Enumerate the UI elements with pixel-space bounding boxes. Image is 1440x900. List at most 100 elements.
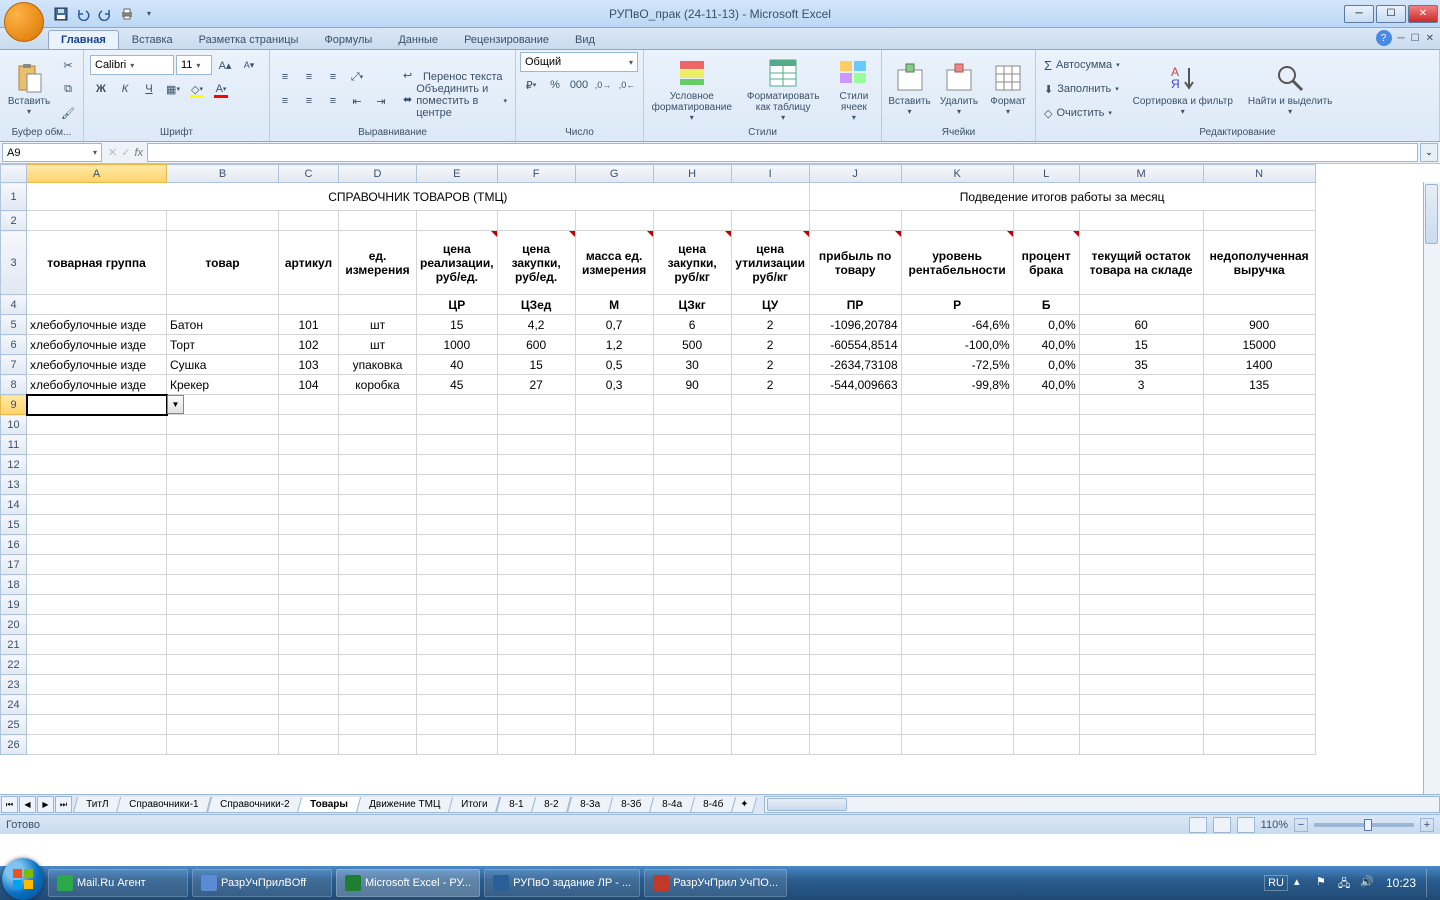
cell-6-A[interactable]: хлебобулочные изде: [27, 335, 167, 355]
cell-8-D[interactable]: коробка: [339, 375, 417, 395]
cell-19-D[interactable]: [339, 595, 417, 615]
cell-13-K[interactable]: [901, 475, 1013, 495]
cell-24-J[interactable]: [809, 695, 901, 715]
cell-8-F[interactable]: 27: [497, 375, 575, 395]
header-cell-J[interactable]: прибыль по товару: [809, 231, 901, 295]
cell-9-E[interactable]: [417, 395, 498, 415]
cell-21-H[interactable]: [653, 635, 731, 655]
cell-18-H[interactable]: [653, 575, 731, 595]
cell-6-H[interactable]: 500: [653, 335, 731, 355]
cell-6-F[interactable]: 600: [497, 335, 575, 355]
subheader-cell-E[interactable]: ЦР: [417, 295, 498, 315]
cell-15-J[interactable]: [809, 515, 901, 535]
cell-12-J[interactable]: [809, 455, 901, 475]
cell-8-H[interactable]: 90: [653, 375, 731, 395]
cell-2-I[interactable]: [731, 211, 809, 231]
cell-8-K[interactable]: -99,8%: [901, 375, 1013, 395]
cell-16-B[interactable]: [167, 535, 279, 555]
header-cell-N[interactable]: недополученная выручка: [1203, 231, 1315, 295]
cell-6-N[interactable]: 15000: [1203, 335, 1315, 355]
cell-7-E[interactable]: 40: [417, 355, 498, 375]
zoom-out-icon[interactable]: −: [1294, 818, 1308, 832]
cell-21-I[interactable]: [731, 635, 809, 655]
cell-6-J[interactable]: -60554,8514: [809, 335, 901, 355]
cell-14-F[interactable]: [497, 495, 575, 515]
taskbar-clock[interactable]: 10:23: [1386, 876, 1416, 890]
cell-17-A[interactable]: [27, 555, 167, 575]
sheet-nav-prev[interactable]: ◀: [19, 796, 36, 813]
cell-20-I[interactable]: [731, 615, 809, 635]
cell-7-M[interactable]: 35: [1079, 355, 1203, 375]
cell-23-H[interactable]: [653, 675, 731, 695]
ribbon-tab-4[interactable]: Данные: [385, 30, 451, 49]
cell-16-A[interactable]: [27, 535, 167, 555]
format-painter-icon[interactable]: 🖌: [57, 102, 79, 124]
cell-5-C[interactable]: 101: [279, 315, 339, 335]
cell-7-K[interactable]: -72,5%: [901, 355, 1013, 375]
delete-cells-button[interactable]: Удалить▾: [936, 60, 982, 118]
row-header-23[interactable]: 23: [1, 675, 27, 695]
row-header-2[interactable]: 2: [1, 211, 27, 231]
tray-volume-icon[interactable]: 🔊: [1360, 875, 1376, 891]
italic-button[interactable]: К: [114, 78, 136, 100]
cell-15-H[interactable]: [653, 515, 731, 535]
cell-12-A[interactable]: [27, 455, 167, 475]
cell-16-C[interactable]: [279, 535, 339, 555]
sheet-tab-ТитЛ[interactable]: ТитЛ: [73, 797, 122, 813]
cell-11-H[interactable]: [653, 435, 731, 455]
ribbon-restore-icon[interactable]: ☐: [1411, 33, 1420, 44]
cell-7-G[interactable]: 0,5: [575, 355, 653, 375]
cell-12-M[interactable]: [1079, 455, 1203, 475]
cell-13-N[interactable]: [1203, 475, 1315, 495]
subheader-cell-H[interactable]: ЦЗкг: [653, 295, 731, 315]
cell-25-D[interactable]: [339, 715, 417, 735]
cell-14-B[interactable]: [167, 495, 279, 515]
cell-5-I[interactable]: 2: [731, 315, 809, 335]
cell-25-I[interactable]: [731, 715, 809, 735]
cell-2-N[interactable]: [1203, 211, 1315, 231]
cell-16-I[interactable]: [731, 535, 809, 555]
help-icon[interactable]: ?: [1376, 30, 1392, 46]
subheader-cell-G[interactable]: М: [575, 295, 653, 315]
cell-18-I[interactable]: [731, 575, 809, 595]
cell-19-H[interactable]: [653, 595, 731, 615]
subheader-cell-K[interactable]: Р: [901, 295, 1013, 315]
cell-23-J[interactable]: [809, 675, 901, 695]
cell-14-H[interactable]: [653, 495, 731, 515]
cancel-formula-icon[interactable]: ✕: [108, 146, 117, 159]
zoom-level[interactable]: 110%: [1261, 819, 1288, 831]
cell-6-K[interactable]: -100,0%: [901, 335, 1013, 355]
cell-23-I[interactable]: [731, 675, 809, 695]
cell-14-K[interactable]: [901, 495, 1013, 515]
insert-cells-button[interactable]: Вставить▾: [886, 60, 933, 118]
cell-7-D[interactable]: упаковка: [339, 355, 417, 375]
cell-20-C[interactable]: [279, 615, 339, 635]
header-cell-F[interactable]: цена закупки, руб/ед.: [497, 231, 575, 295]
cell-15-D[interactable]: [339, 515, 417, 535]
cell-5-E[interactable]: 15: [417, 315, 498, 335]
row-header-24[interactable]: 24: [1, 695, 27, 715]
cell-2-K[interactable]: [901, 211, 1013, 231]
cell-15-F[interactable]: [497, 515, 575, 535]
cell-15-L[interactable]: [1013, 515, 1079, 535]
cell-14-L[interactable]: [1013, 495, 1079, 515]
cell-23-G[interactable]: [575, 675, 653, 695]
cell-22-F[interactable]: [497, 655, 575, 675]
copy-icon[interactable]: ⧉: [57, 78, 79, 100]
cell-26-M[interactable]: [1079, 735, 1203, 755]
hscrollbar-thumb[interactable]: [767, 798, 847, 811]
cell-25-B[interactable]: [167, 715, 279, 735]
cell-12-E[interactable]: [417, 455, 498, 475]
cell-11-M[interactable]: [1079, 435, 1203, 455]
sheet-tab-Движение ТМЦ[interactable]: Движение ТМЦ: [356, 797, 454, 813]
cell-22-B[interactable]: [167, 655, 279, 675]
increase-decimal-icon[interactable]: ,0→: [592, 74, 614, 96]
header-cell-L[interactable]: процент брака: [1013, 231, 1079, 295]
cell-20-H[interactable]: [653, 615, 731, 635]
cell-9-F[interactable]: [497, 395, 575, 415]
header-cell-G[interactable]: масса ед. измерения: [575, 231, 653, 295]
cell-2-C[interactable]: [279, 211, 339, 231]
row-header-25[interactable]: 25: [1, 715, 27, 735]
cell-11-B[interactable]: [167, 435, 279, 455]
cell-12-L[interactable]: [1013, 455, 1079, 475]
